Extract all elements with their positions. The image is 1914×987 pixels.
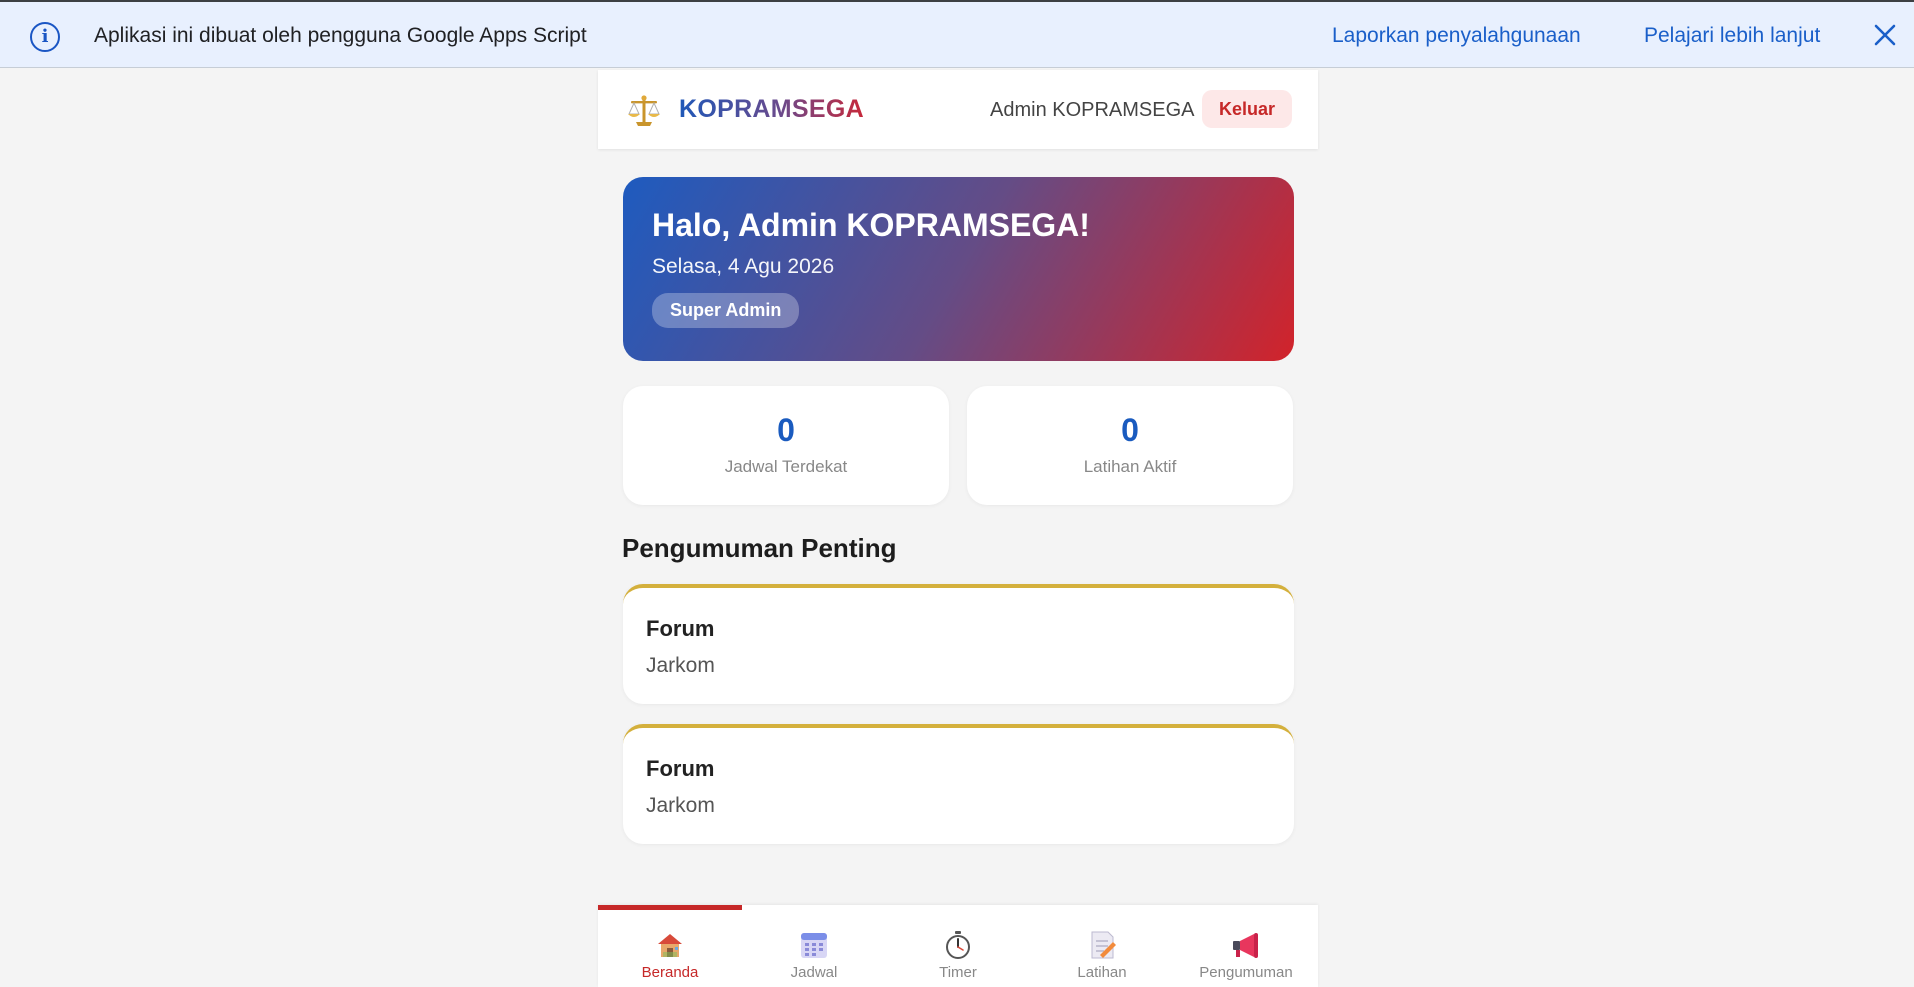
nav-item-pengumuman[interactable]: Pengumuman [1174, 905, 1318, 987]
megaphone-icon [1233, 933, 1258, 958]
calendar-icon [801, 933, 827, 958]
logout-button[interactable]: Keluar [1202, 90, 1292, 128]
greeting-card: Halo, Admin KOPRAMSEGA! Selasa, 4 Agu 20… [623, 177, 1294, 361]
close-icon[interactable] [1872, 22, 1898, 48]
scales-logo-icon [628, 95, 660, 126]
nav-item-latihan[interactable]: Latihan [1030, 905, 1174, 987]
bottom-navigation: Beranda Jadwal Timer Latihan Pengumuman [598, 905, 1318, 987]
announcement-title: Forum [646, 756, 715, 781]
nav-label: Timer [939, 964, 977, 981]
announcement-body: Jarkom [646, 654, 715, 677]
nav-label: Beranda [641, 964, 699, 981]
nav-item-timer[interactable]: Timer [886, 905, 1030, 987]
memo-icon [1091, 931, 1116, 959]
app-header: KOPRAMSEGA Admin KOPRAMSEGA Keluar [598, 70, 1318, 149]
home-icon [658, 934, 682, 957]
stat-card-active-training: 0 Latihan Aktif [967, 386, 1293, 505]
current-date: Selasa, 4 Agu 2026 [652, 255, 835, 278]
announcement-title: Forum [646, 616, 715, 641]
stat-card-upcoming-schedule: 0 Jadwal Terdekat [623, 386, 949, 505]
current-user-name: Admin KOPRAMSEGA [990, 99, 1195, 121]
nav-label: Pengumuman [1199, 964, 1293, 981]
announcement-card[interactable]: Forum Jarkom [623, 724, 1294, 844]
report-abuse-link[interactable]: Laporkan penyalahgunaan [1332, 24, 1581, 48]
banner-message: Aplikasi ini dibuat oleh pengguna Google… [94, 24, 587, 47]
announcement-body: Jarkom [646, 794, 715, 817]
stopwatch-icon [946, 931, 970, 959]
nav-label: Jadwal [790, 964, 838, 981]
stat-value: 0 [777, 412, 795, 448]
announcements-heading: Pengumuman Penting [622, 533, 897, 563]
gas-warning-banner: i Aplikasi ini dibuat oleh pengguna Goog… [0, 0, 1914, 68]
role-badge: Super Admin [652, 293, 800, 328]
info-icon: i [30, 22, 60, 52]
announcement-card[interactable]: Forum Jarkom [623, 584, 1294, 704]
app-brand: KOPRAMSEGA [679, 95, 864, 123]
stat-label: Latihan Aktif [1083, 457, 1177, 476]
stat-label: Jadwal Terdekat [724, 457, 848, 476]
nav-item-beranda[interactable]: Beranda [598, 905, 742, 987]
stat-value: 0 [1121, 412, 1139, 448]
nav-label: Latihan [1077, 964, 1127, 981]
greeting-title: Halo, Admin KOPRAMSEGA! [652, 207, 1090, 243]
learn-more-link[interactable]: Pelajari lebih lanjut [1644, 24, 1820, 48]
nav-item-jadwal[interactable]: Jadwal [742, 905, 886, 987]
